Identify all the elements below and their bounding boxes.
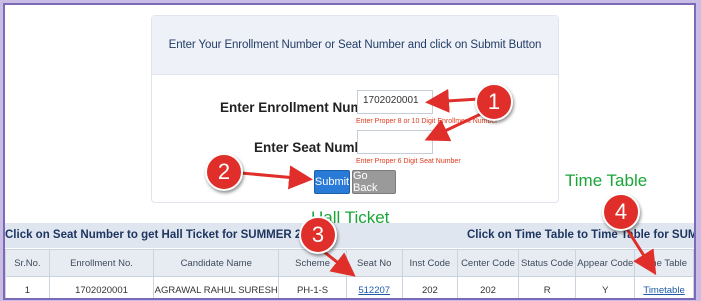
table-row: 1 1702020001 AGRAWAL RAHUL SURESH PH-1-S… bbox=[5, 276, 694, 298]
info-bar: Click on Seat Number to get Hall Ticket … bbox=[5, 223, 694, 248]
cell-appear-code: Y bbox=[575, 276, 636, 298]
cell-status-code: R bbox=[517, 276, 577, 298]
cell-center-code: 202 bbox=[457, 276, 519, 298]
cell-inst-code: 202 bbox=[401, 276, 459, 298]
table-header-row: Sr.No. Enrollment No. Candidate Name Sch… bbox=[5, 249, 694, 277]
seat-hint: Enter Proper 6 Digit Seat Number bbox=[356, 158, 461, 165]
cell-candidate-name: AGRAWAL RAHUL SURESH bbox=[153, 276, 280, 298]
cell-enrollment: 1702020001 bbox=[48, 276, 155, 298]
go-back-button[interactable]: Go Back bbox=[352, 170, 396, 194]
timetable-link[interactable]: Timetable bbox=[634, 276, 694, 298]
step-marker-4: 4 bbox=[602, 193, 640, 231]
submit-button[interactable]: Submit bbox=[314, 170, 350, 194]
result-table: Sr.No. Enrollment No. Candidate Name Sch… bbox=[5, 249, 694, 298]
col-header-scheme: Scheme bbox=[278, 249, 347, 277]
enrollment-hint: Enter Proper 8 or 10 Digit Enrollment Nu… bbox=[356, 118, 498, 125]
page-frame: Enter Your Enrollment Number or Seat Num… bbox=[3, 3, 696, 300]
col-header-center-code: Center Code bbox=[457, 249, 519, 277]
form-instruction: Enter Your Enrollment Number or Seat Num… bbox=[152, 16, 558, 75]
col-header-appear-code: Appear Code bbox=[575, 249, 636, 277]
step-marker-1: 1 bbox=[475, 83, 513, 121]
col-header-candidate-name: Candidate Name bbox=[153, 249, 280, 277]
time-table-annotation: Time Table bbox=[565, 171, 648, 190]
cell-srno: 1 bbox=[5, 276, 50, 298]
seat-input[interactable] bbox=[357, 130, 433, 154]
col-header-inst-code: Inst Code bbox=[401, 249, 459, 277]
col-header-status-code: Status Code bbox=[517, 249, 577, 277]
step-marker-3: 3 bbox=[299, 216, 337, 254]
hall-ticket-instruction: Click on Seat Number to get Hall Ticket … bbox=[5, 229, 324, 241]
col-header-enrollment: Enrollment No. bbox=[48, 249, 155, 277]
cell-scheme: PH-1-S bbox=[278, 276, 347, 298]
col-header-srno: Sr.No. bbox=[5, 249, 50, 277]
enrollment-input[interactable]: 1702020001 bbox=[357, 90, 433, 114]
col-header-time-table: Time Table bbox=[634, 249, 694, 277]
time-table-instruction: Click on Time Table to Time Table for SU… bbox=[467, 229, 696, 241]
step-marker-2: 2 bbox=[205, 153, 243, 191]
col-header-seat-no: Seat No bbox=[345, 249, 403, 277]
seat-no-link[interactable]: 512207 bbox=[345, 276, 403, 298]
